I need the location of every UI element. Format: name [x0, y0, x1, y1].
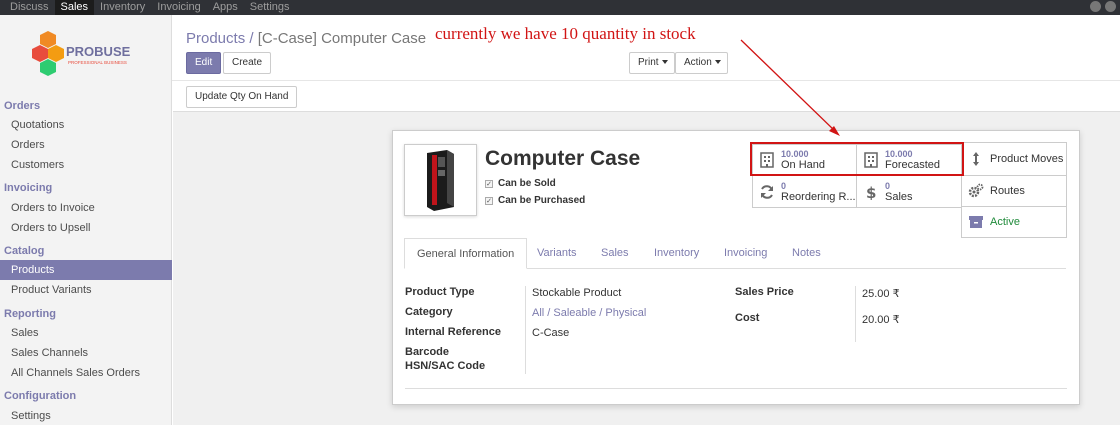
sidebar: PROBUSE PROFESSIONAL BUSINESS Orders Quo… — [0, 15, 172, 425]
category-link[interactable]: All / Saleable / Physical — [532, 307, 646, 319]
internal-reference-label: Internal Reference — [405, 326, 501, 338]
field-divider — [525, 286, 526, 374]
menu-inventory[interactable]: Inventory — [94, 0, 151, 15]
tab-general-information[interactable]: General Information — [404, 238, 528, 269]
sidebar-item-orders[interactable]: Orders — [0, 135, 172, 155]
action-dropdown[interactable]: Action — [675, 52, 728, 74]
sidebar-item-customers[interactable]: Customers — [0, 155, 172, 175]
menu-discuss[interactable]: Discuss — [4, 0, 55, 15]
reordering-label: Reordering R... — [781, 190, 856, 203]
menu-apps[interactable]: Apps — [207, 0, 244, 15]
print-label: Print — [638, 57, 659, 68]
product-type-label: Product Type — [405, 286, 475, 298]
action-label: Action — [684, 57, 712, 68]
chevron-down-icon — [661, 60, 668, 65]
category-label: Category — [405, 306, 453, 318]
routes-label: Routes — [990, 185, 1025, 197]
menu-settings[interactable]: Settings — [244, 0, 296, 15]
product-moves-label: Product Moves — [990, 153, 1064, 165]
checkmark-icon: ✓ — [485, 179, 493, 188]
sidebar-item-orders-to-upsell[interactable]: Orders to Upsell — [0, 218, 172, 238]
field-divider — [855, 286, 856, 342]
archive-icon — [969, 216, 983, 228]
sidebar-section-catalog: Catalog — [4, 245, 45, 257]
menu-invoicing[interactable]: Invoicing — [151, 0, 206, 15]
chevron-down-icon — [714, 60, 721, 65]
can-be-purchased-checkbox[interactable]: ✓ Can be Purchased — [485, 195, 585, 206]
active-label: Active — [990, 216, 1020, 228]
tab-sales[interactable]: Sales — [601, 238, 629, 269]
sidebar-item-products[interactable]: Products — [0, 260, 172, 280]
update-qty-button[interactable]: Update Qty On Hand — [186, 86, 298, 108]
edit-button[interactable]: Edit — [186, 52, 222, 74]
chat-icon[interactable] — [1090, 1, 1101, 12]
product-image[interactable] — [404, 144, 477, 216]
can-be-purchased-label: Can be Purchased — [498, 195, 586, 206]
svg-text:$: $ — [866, 184, 876, 200]
sidebar-item-all-channels-sales-orders[interactable]: All Channels Sales Orders — [0, 363, 172, 383]
form-footer-divider — [405, 388, 1067, 389]
sidebar-item-sales[interactable]: Sales — [0, 323, 172, 343]
menu-sales[interactable]: Sales — [54, 0, 95, 15]
svg-text:PROFESSIONAL BUSINESS: PROFESSIONAL BUSINESS — [68, 60, 127, 65]
app-menu: Discuss Sales Inventory Invoicing Apps S… — [0, 0, 296, 15]
product-name[interactable]: Computer Case — [485, 147, 640, 171]
user-avatar-icon[interactable] — [1105, 1, 1116, 12]
tab-invoicing[interactable]: Invoicing — [724, 238, 767, 269]
product-moves-button[interactable]: Product Moves — [961, 142, 1067, 176]
sidebar-item-quotations[interactable]: Quotations — [0, 115, 172, 135]
sidebar-item-settings[interactable]: Settings — [0, 406, 172, 425]
sales-button[interactable]: $ 0 Sales — [856, 175, 963, 208]
top-navbar: Discuss Sales Inventory Invoicing Apps S… — [0, 0, 1120, 15]
routes-button[interactable]: Routes — [961, 175, 1067, 207]
sales-price-field[interactable]: 25.00 ₹ — [862, 287, 900, 300]
sales-price-label: Sales Price — [735, 286, 794, 298]
gears-icon — [968, 183, 984, 198]
active-toggle-button[interactable]: Active — [961, 206, 1067, 238]
can-be-sold-checkbox[interactable]: ✓ Can be Sold — [485, 178, 556, 189]
annotation-text: currently we have 10 quantity in stock — [435, 24, 696, 43]
sidebar-item-orders-to-invoice[interactable]: Orders to Invoice — [0, 198, 172, 218]
arrows-vertical-icon — [973, 152, 979, 166]
product-type-field[interactable]: Stockable Product — [532, 287, 621, 299]
stock-highlight-box — [750, 142, 964, 176]
hsn-code-label: HSN/SAC Code — [405, 360, 486, 372]
reordering-value: 0 — [781, 180, 787, 191]
dollar-icon: $ — [866, 184, 876, 200]
breadcrumb: Products / [C-Case] Computer Case — [186, 30, 426, 47]
sidebar-item-sales-channels[interactable]: Sales Channels — [0, 343, 172, 363]
tab-variants[interactable]: Variants — [537, 238, 577, 269]
sidebar-section-invoicing: Invoicing — [4, 182, 53, 194]
breadcrumb-products-link[interactable]: Products — [186, 30, 245, 47]
sidebar-item-product-variants[interactable]: Product Variants — [0, 280, 172, 300]
cost-label: Cost — [735, 312, 760, 324]
sales-label: Sales — [885, 190, 913, 203]
breadcrumb-current: [C-Case] Computer Case — [257, 30, 427, 47]
systray — [1090, 1, 1116, 12]
tab-notes[interactable]: Notes — [792, 238, 821, 269]
svg-text:PROBUSE: PROBUSE — [66, 44, 131, 59]
control-panel-divider — [172, 80, 1120, 81]
refresh-icon — [761, 184, 773, 199]
can-be-sold-label: Can be Sold — [498, 178, 556, 189]
checkmark-icon: ✓ — [485, 196, 493, 205]
cost-field[interactable]: 20.00 ₹ — [862, 313, 900, 326]
internal-reference-field[interactable]: C-Case — [532, 327, 569, 339]
sidebar-section-configuration: Configuration — [4, 390, 77, 402]
sidebar-section-reporting: Reporting — [4, 308, 56, 320]
print-dropdown[interactable]: Print — [629, 52, 675, 74]
tab-inventory[interactable]: Inventory — [654, 238, 699, 269]
create-button[interactable]: Create — [223, 52, 272, 74]
probuse-logo: PROBUSE PROFESSIONAL BUSINESS — [32, 31, 131, 76]
sidebar-section-orders: Orders — [4, 100, 41, 112]
breadcrumb-separator: / — [249, 30, 254, 47]
sales-value: 0 — [885, 180, 891, 191]
notebook-tabs: General Information Variants Sales Inven… — [404, 238, 1066, 269]
barcode-label: Barcode — [405, 346, 450, 358]
reordering-rules-button[interactable]: 0 Reordering R... — [752, 175, 857, 208]
computer-case-icon — [427, 150, 454, 211]
